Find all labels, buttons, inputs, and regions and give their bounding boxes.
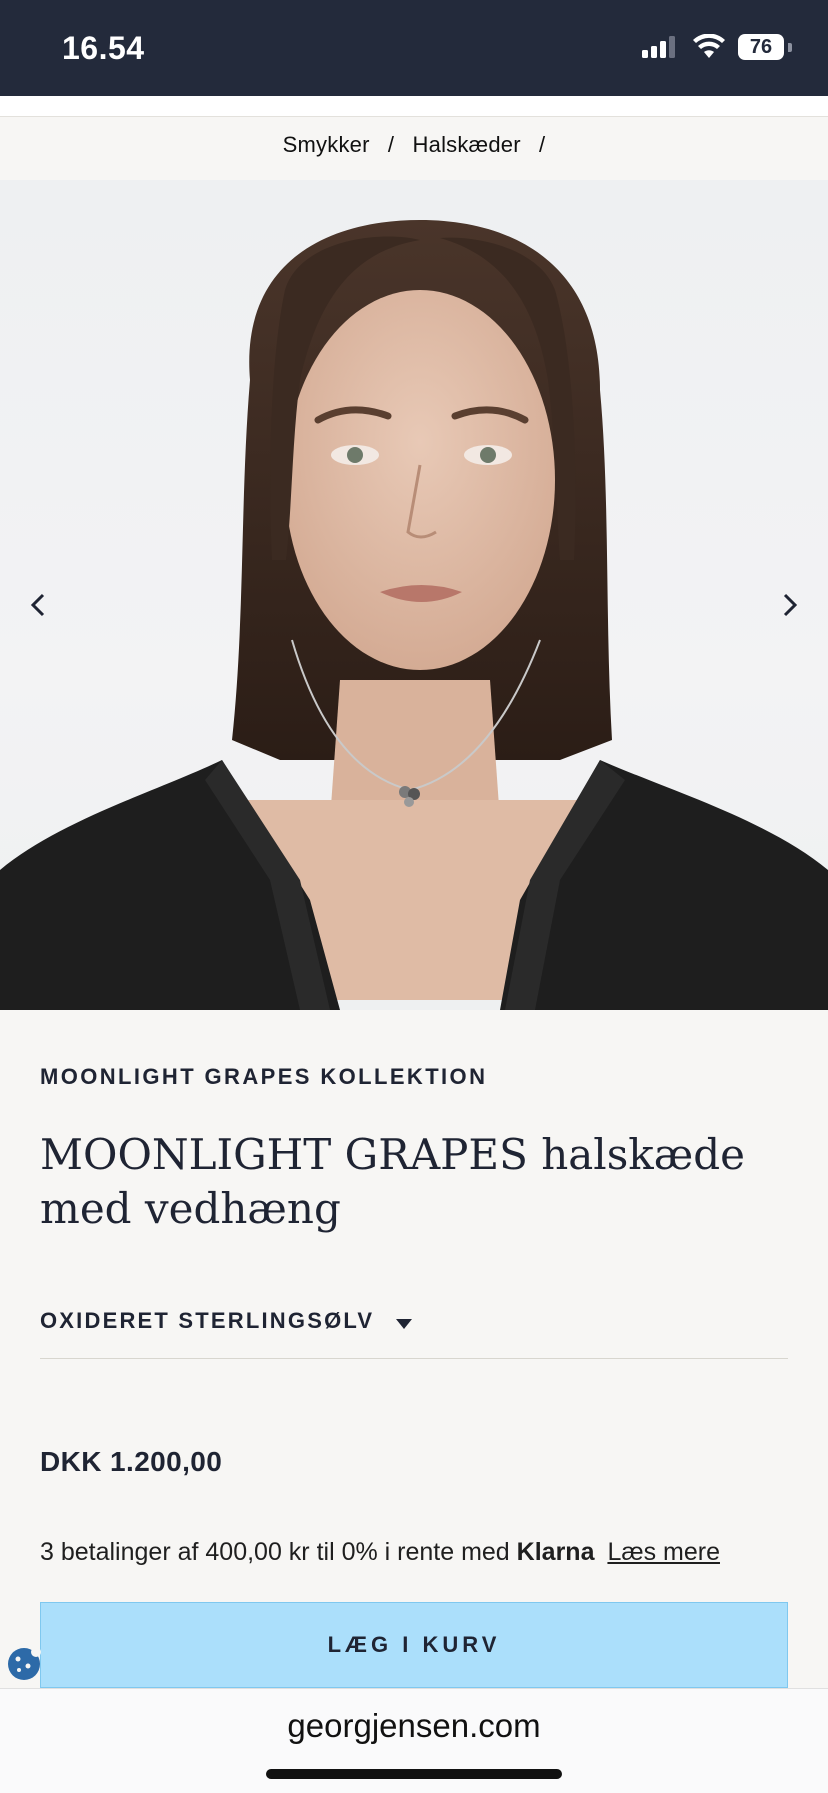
collection-link[interactable]: MOONLIGHT GRAPES KOLLEKTION — [40, 1064, 487, 1090]
status-bar: 16.54 76 — [0, 0, 828, 96]
cookie-icon[interactable] — [6, 1646, 42, 1682]
status-time: 16.54 — [62, 30, 145, 66]
variant-label: OXIDERET STERLINGSØLV — [40, 1308, 375, 1333]
status-icons: 76 — [642, 34, 792, 60]
caret-down-icon — [395, 1318, 412, 1329]
browser-address-bar[interactable]: georgjensen.com — [0, 1688, 828, 1793]
breadcrumb-separator: / — [539, 132, 546, 157]
breadcrumb: Smykker / Halskæder / — [0, 132, 828, 158]
klarna-financing: 3 betalinger af 400,00 kr til 0% i rente… — [40, 1538, 720, 1567]
header-strip — [0, 96, 828, 117]
carousel-prev-button[interactable] — [18, 585, 58, 625]
breadcrumb-item-smykker[interactable]: Smykker — [283, 132, 370, 157]
model-wearing-necklace — [0, 220, 828, 1010]
add-to-cart-button[interactable]: LÆG I KURV — [40, 1602, 788, 1688]
chevron-left-icon — [30, 593, 45, 617]
chevron-right-icon — [783, 593, 798, 617]
battery-nub — [788, 42, 792, 52]
product-price: DKK 1.200,00 — [40, 1446, 223, 1477]
product-title: MOONLIGHT GRAPES halskæde med vedhæng — [40, 1130, 745, 1233]
carousel-next-button[interactable] — [770, 585, 810, 625]
breadcrumb-item-halskaeder[interactable]: Halskæder — [413, 132, 521, 157]
cellular-signal-icon — [642, 36, 675, 58]
battery-icon: 76 — [738, 34, 784, 60]
product-image-carousel[interactable] — [0, 180, 828, 1010]
wifi-icon — [693, 34, 725, 58]
breadcrumb-separator: / — [387, 132, 395, 157]
klarna-read-more-link[interactable]: Læs mere — [607, 1538, 720, 1566]
url-text[interactable]: georgjensen.com — [0, 1707, 828, 1745]
home-indicator — [266, 1769, 562, 1779]
klarna-text: 3 betalinger af 400,00 kr til 0% i rente… — [40, 1538, 510, 1566]
variant-dropdown[interactable]: OXIDERET STERLINGSØLV — [40, 1304, 788, 1359]
klarna-logo: Klarna — [516, 1538, 595, 1566]
